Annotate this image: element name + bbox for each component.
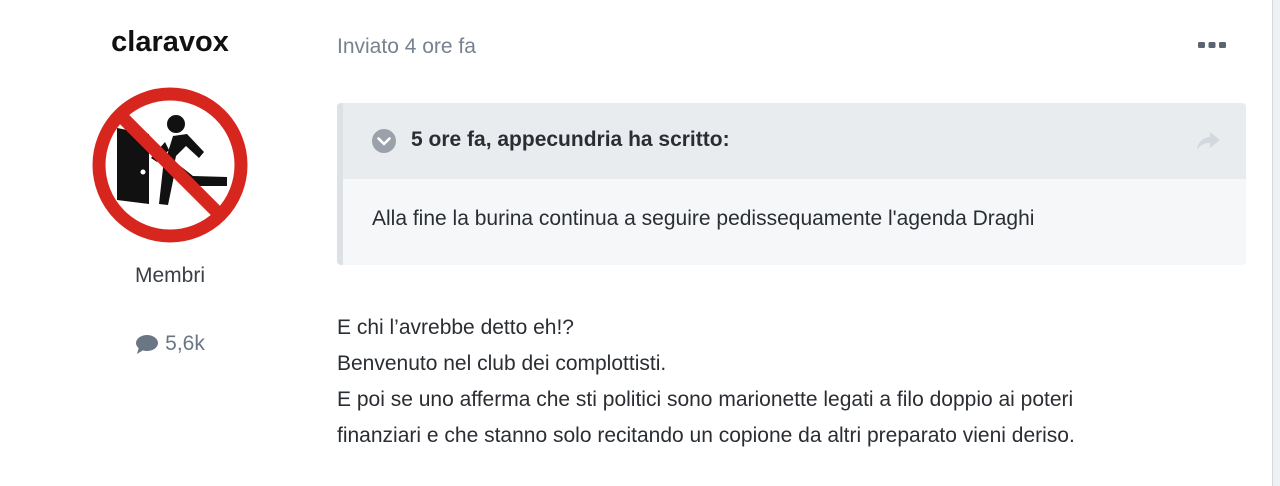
post-body-line: E poi se uno afferma che sti politici so… — [337, 388, 1074, 411]
ellipsis-icon — [1198, 42, 1226, 48]
more-options-button[interactable] — [1192, 28, 1232, 62]
author-post-count[interactable]: 5,6k — [60, 332, 280, 356]
chevron-down-circle-icon[interactable] — [371, 128, 397, 154]
avatar[interactable] — [91, 86, 249, 244]
quote-text: Alla fine la burina continua a seguire p… — [372, 207, 1035, 230]
author-role: Membri — [134, 264, 205, 287]
quote-citation[interactable]: 5 ore fa, appecundria ha scritto: — [411, 128, 730, 152]
author-username[interactable]: claravox — [60, 26, 280, 59]
post-body-line: Benvenuto nel club dei complottisti. — [337, 352, 667, 375]
posted-time[interactable]: Inviato 4 ore fa — [337, 35, 476, 59]
quote-block: 5 ore fa, appecundria ha scritto: Alla f… — [337, 103, 1246, 265]
speech-bubble-icon — [136, 335, 159, 354]
quote-header: 5 ore fa, appecundria ha scritto: — [343, 103, 1246, 179]
post-body: E chi l’avrebbe detto eh!? Benvenuto nel… — [337, 310, 1257, 454]
post-count-value: 5,6k — [165, 332, 205, 355]
post-body-line: finanziari e che stanno solo recitando u… — [337, 424, 1075, 447]
post-body-line: E chi l’avrebbe detto eh!? — [337, 316, 574, 339]
right-scroll-edge — [1272, 0, 1280, 486]
forum-post: claravox Membri 5,6k Inviato 4 ore fa 5 … — [0, 0, 1280, 486]
share-arrow-icon[interactable] — [1195, 130, 1221, 152]
